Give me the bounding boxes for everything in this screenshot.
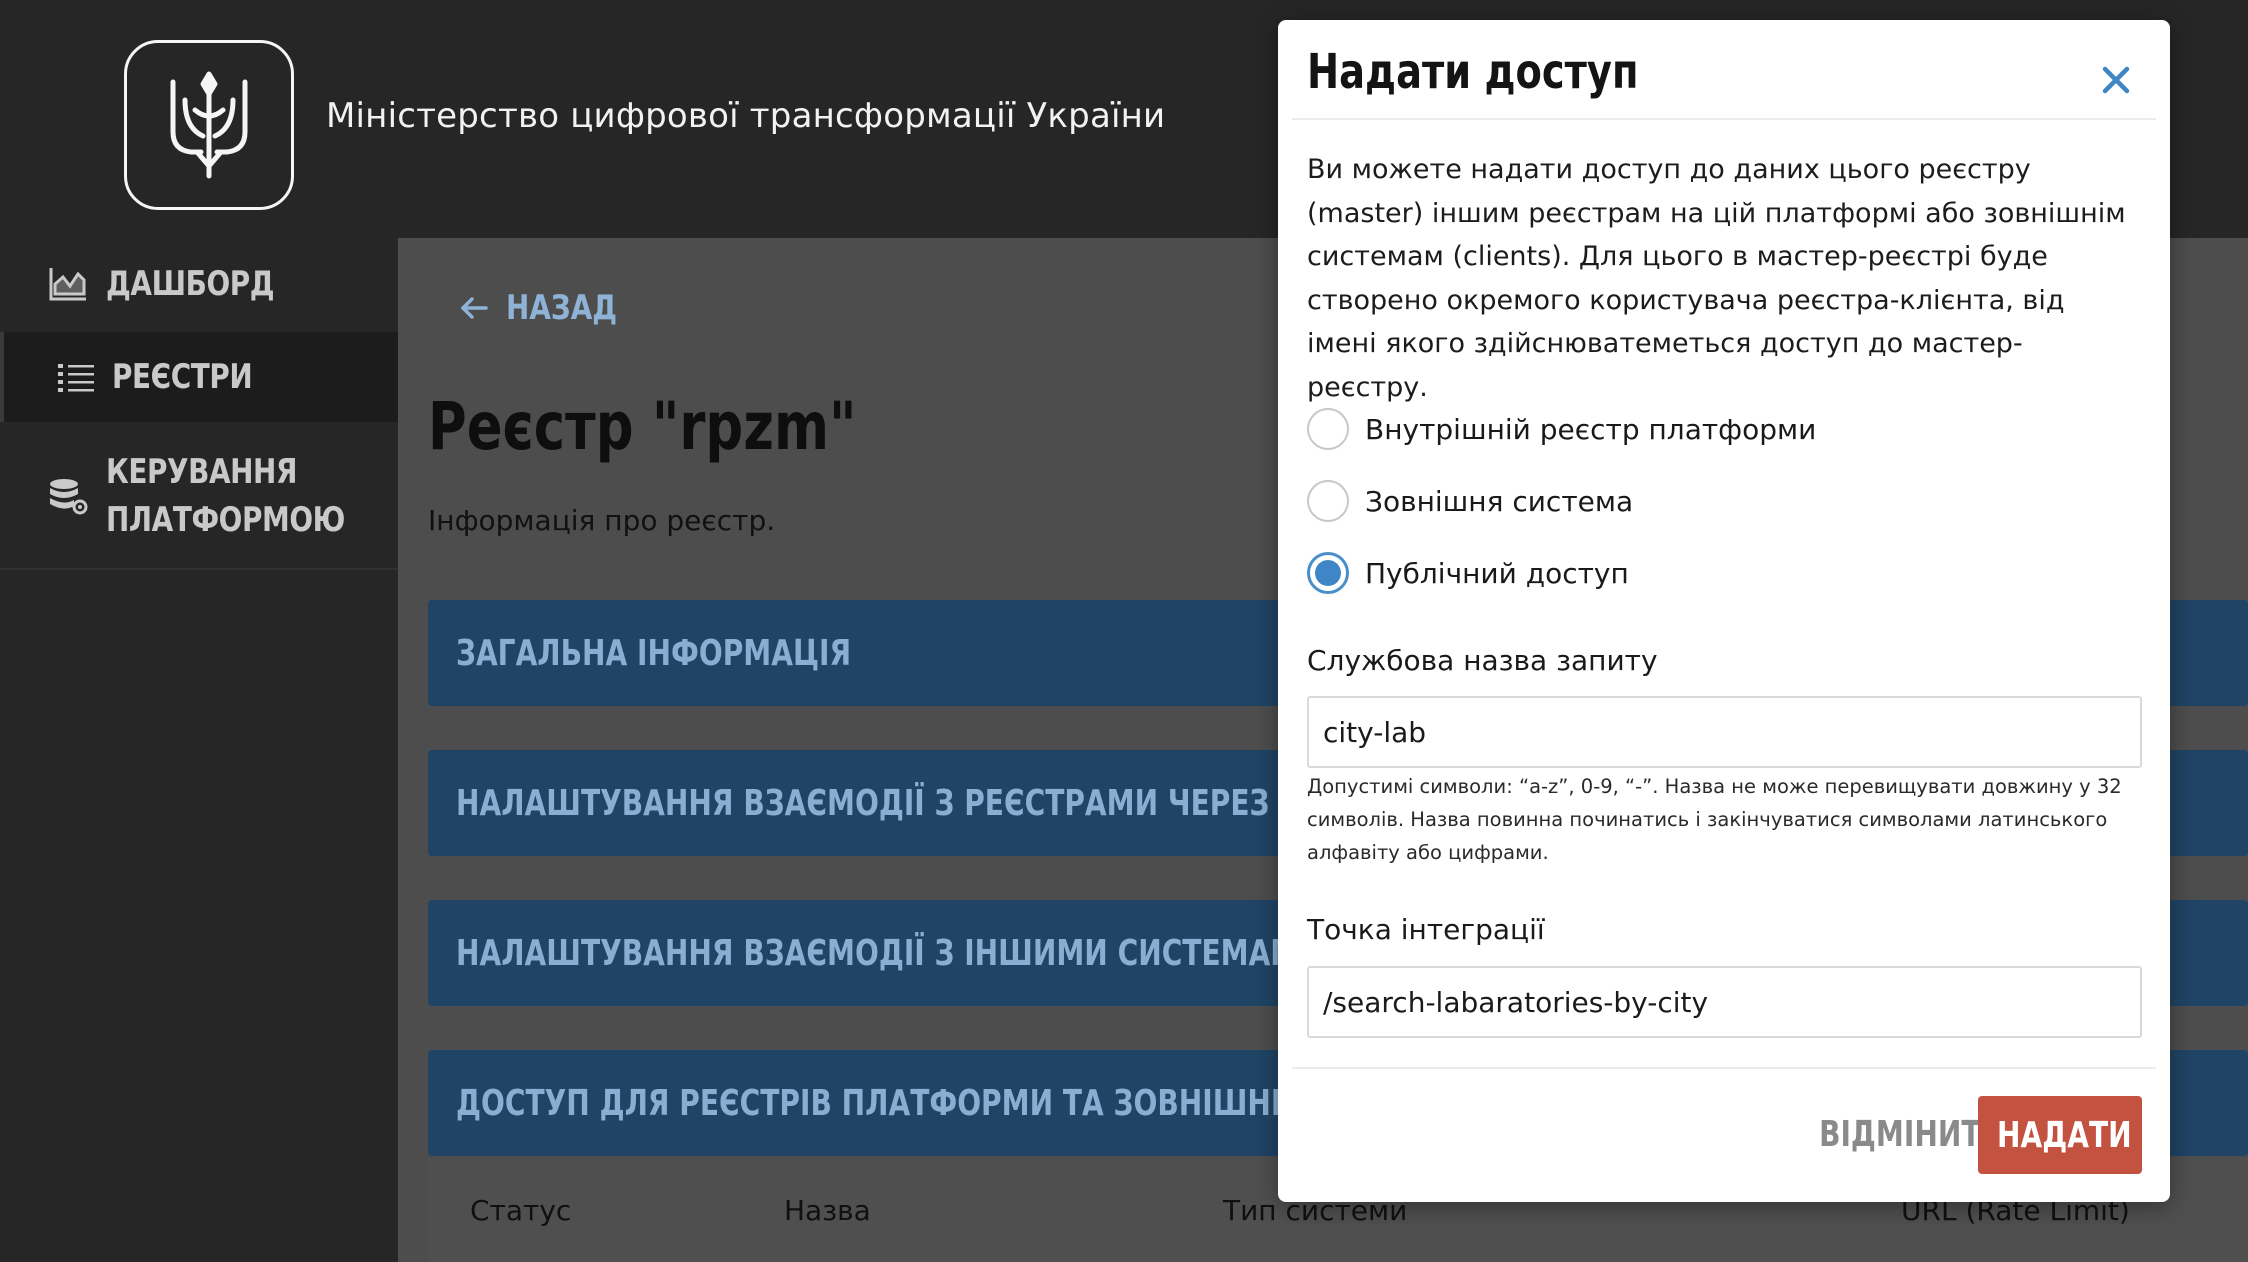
sidebar-item-dashboard[interactable]: ДАШБОРД [0,238,398,330]
dialog-footer-divider [1292,1067,2156,1069]
sidebar-item-registries[interactable]: РЕЄСТРИ [0,332,398,422]
option-internal-registry[interactable]: Внутрішній реєстр платформи [1307,408,1816,450]
chart-area-icon [49,268,86,301]
sidebar-item-label: КЕРУВАННЯ ПЛАТФОРМОЮ [106,452,345,540]
dialog-description: Ви можете надати доступ до даних цього р… [1307,154,2126,403]
cancel-button[interactable]: ВІДМІНИТИ [1793,1096,2004,1172]
sidebar-item-platform[interactable]: КЕРУВАННЯ ПЛАТФОРМОЮ [0,424,398,570]
database-gear-icon [50,479,88,515]
dialog-divider [1292,118,2156,120]
option-public-access[interactable]: Публічний доступ [1307,552,1629,594]
page-title: Реєстр "rpzm" [428,388,857,465]
radio-button-checked[interactable] [1307,552,1349,594]
arrow-left-icon [461,297,488,319]
back-link[interactable]: НАЗАД [460,288,642,328]
sidebar: ДАШБОРД РЕЄСТРИ КЕРУВАННЯ ПЛАТФОРМОЮ [0,238,398,1262]
option-label: Внутрішній реєстр платформи [1365,412,1817,446]
sidebar-item-label: ДАШБОРД [106,264,275,304]
column-header-status: Статус [470,1194,572,1227]
back-label: НАЗАД [506,288,618,328]
section-label: НАЛАШТУВАННЯ ВЗАЄМОДІЇ З ІНШИМИ СИСТЕМАМ… [456,932,1322,974]
grant-label: НАДАТИ [1996,1114,2132,1156]
grant-button[interactable]: НАДАТИ [1978,1096,2142,1174]
option-label: Публічний доступ [1365,556,1629,590]
page-subtitle: Інформація про реєстр. [428,504,776,537]
endpoint-label: Точка інтеграції [1307,913,1545,946]
close-button[interactable] [2096,60,2136,100]
option-label: Зовнішня система [1365,484,1634,518]
radio-button[interactable] [1307,408,1349,450]
grant-access-dialog: Надати доступ Ви можете надати доступ до… [1278,20,2170,1202]
endpoint-input[interactable] [1307,966,2142,1038]
section-label: ЗАГАЛЬНА ІНФОРМАЦІЯ [456,632,852,674]
trident-logo[interactable] [124,40,294,210]
trident-icon [170,71,248,179]
ministry-title: Міністерство цифрової трансформації Укра… [326,96,1166,136]
sidebar-item-label: РЕЄСТРИ [112,357,253,397]
column-header-name: Назва [784,1194,871,1227]
dialog-title: Надати доступ [1307,44,1639,100]
service-name-input[interactable] [1307,696,2142,768]
cancel-label: ВІДМІНИТИ [1819,1113,2004,1155]
service-name-label: Службова назва запиту [1307,644,1658,677]
radio-button[interactable] [1307,480,1349,522]
option-external-system[interactable]: Зовнішня система [1307,480,1633,522]
list-icon [58,364,94,392]
close-icon [2102,66,2130,94]
service-name-helper: Допустимі символи: “a-z”, 0-9, “-”. Назв… [1307,775,2122,864]
